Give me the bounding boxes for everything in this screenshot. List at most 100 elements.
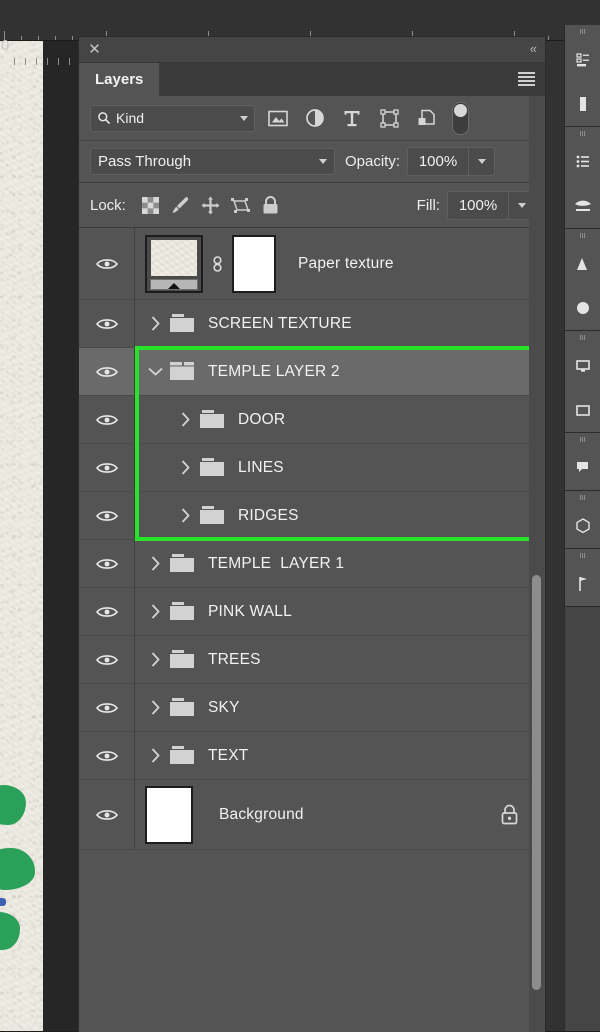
table-row[interactable]: TEMPLE LAYER 2 [79, 348, 545, 396]
layer-name[interactable]: TREES [208, 651, 261, 669]
layer-name[interactable]: Background [219, 806, 304, 824]
layer-row-content[interactable]: SCREEN TEXTURE [135, 300, 545, 347]
table-row[interactable]: Paper texture [79, 228, 545, 300]
layer-visibility-toggle[interactable] [79, 684, 135, 731]
lock-artboard-nesting-icon[interactable] [226, 192, 256, 218]
color-panel-icon[interactable] [565, 286, 600, 330]
table-row[interactable]: SCREEN TEXTURE [79, 300, 545, 348]
table-row[interactable]: Background [79, 780, 545, 850]
layer-row-content[interactable]: TREES [135, 636, 545, 683]
filter-kind-select[interactable]: Kind [90, 104, 255, 132]
smart-object-filter-icon[interactable] [412, 104, 440, 132]
tab-layers[interactable]: Layers [79, 63, 160, 96]
table-row[interactable]: DOOR [79, 396, 545, 444]
chevron-down-icon[interactable] [145, 367, 165, 376]
dock-group-libraries[interactable] [565, 127, 600, 229]
dock-group-3d[interactable] [565, 491, 600, 549]
layer-list[interactable]: Paper texture SCREEN TEXTURE TEMPLE LAYE… [79, 228, 545, 850]
3d-panel-icon[interactable] [565, 504, 600, 548]
table-row[interactable]: TREES [79, 636, 545, 684]
actions-panel-icon[interactable] [565, 562, 600, 606]
opacity-slider-toggle[interactable] [468, 148, 494, 175]
layer-name[interactable]: Paper texture [298, 255, 394, 273]
layer-name[interactable]: TEMPLE LAYER 1 [208, 555, 344, 573]
chevron-down-icon[interactable] [240, 115, 248, 121]
thumbnail-scale-slider[interactable] [150, 278, 198, 290]
channels-panel-icon[interactable] [565, 388, 600, 432]
table-row[interactable]: RIDGES [79, 492, 545, 540]
table-row[interactable]: PINK WALL [79, 588, 545, 636]
layer-row-content[interactable]: Paper texture [135, 228, 545, 299]
chevron-right-icon[interactable] [145, 556, 165, 571]
layers-panel-icon[interactable] [565, 344, 600, 388]
dock-grip-icon[interactable] [565, 549, 600, 562]
dock-grip-icon[interactable] [565, 229, 600, 242]
dock-grip-icon[interactable] [565, 331, 600, 344]
collapse-panel-icon[interactable]: « [530, 42, 537, 55]
dock-grip-icon[interactable] [565, 491, 600, 504]
chevron-right-icon[interactable] [175, 508, 195, 523]
layer-row-content[interactable]: TEMPLE LAYER 2 [135, 348, 545, 395]
layer-visibility-toggle[interactable] [79, 444, 135, 491]
chevron-down-icon[interactable] [319, 159, 327, 164]
comments-panel-icon[interactable] [565, 446, 600, 490]
layer-visibility-toggle[interactable] [79, 492, 135, 539]
layer-row-content[interactable]: LINES [135, 444, 545, 491]
layer-visibility-toggle[interactable] [79, 588, 135, 635]
chevron-right-icon[interactable] [145, 652, 165, 667]
type-layer-filter-icon[interactable] [338, 104, 366, 132]
table-row[interactable]: SKY [79, 684, 545, 732]
layer-visibility-toggle[interactable] [79, 732, 135, 779]
chevron-right-icon[interactable] [145, 316, 165, 331]
filter-enable-toggle[interactable] [452, 101, 469, 135]
layer-name[interactable]: SCREEN TEXTURE [208, 315, 352, 333]
vertical-scrollbar-thumb[interactable] [532, 575, 541, 990]
layer-thumbnail[interactable] [145, 234, 203, 293]
layer-row-content[interactable]: SKY [135, 684, 545, 731]
chevron-right-icon[interactable] [145, 748, 165, 763]
vertical-scrollbar-track[interactable] [529, 96, 545, 1032]
close-icon[interactable]: ✕ [86, 41, 103, 58]
collapsed-panel-dock[interactable] [564, 25, 600, 1031]
blend-mode-select[interactable]: Pass Through [90, 148, 335, 175]
dock-group-properties[interactable] [565, 25, 600, 127]
dock-grip-icon[interactable] [565, 433, 600, 446]
layer-row-content[interactable]: Background [135, 780, 545, 849]
dock-grip-icon[interactable] [565, 25, 600, 38]
layer-name[interactable]: RIDGES [238, 507, 299, 525]
brush-settings-panel-icon[interactable] [565, 184, 600, 228]
layer-visibility-toggle[interactable] [79, 300, 135, 347]
panel-tabstrip[interactable]: Layers [79, 63, 545, 96]
layer-visibility-toggle[interactable] [79, 636, 135, 683]
lock-all-icon[interactable] [256, 192, 286, 218]
fill-value[interactable]: 100% [448, 192, 508, 219]
table-row[interactable]: TEMPLE LAYER 1 [79, 540, 545, 588]
panel-titlebar[interactable]: ✕ « [79, 37, 545, 63]
table-row[interactable]: LINES [79, 444, 545, 492]
chevron-right-icon[interactable] [175, 460, 195, 475]
chevron-right-icon[interactable] [175, 412, 195, 427]
hamburger-menu-icon[interactable] [518, 72, 535, 86]
dock-grip-icon[interactable] [565, 127, 600, 140]
dock-group-layers[interactable] [565, 331, 600, 433]
layer-row-content[interactable]: TEXT [135, 732, 545, 779]
layer-name[interactable]: SKY [208, 699, 240, 717]
layer-row-content[interactable]: DOOR [135, 396, 545, 443]
fill-field[interactable]: 100% [447, 190, 535, 220]
lock-transparent-pixels-icon[interactable] [136, 192, 166, 218]
dock-group-actions[interactable] [565, 549, 600, 607]
chevron-right-icon[interactable] [145, 604, 165, 619]
layer-name[interactable]: LINES [238, 459, 284, 477]
pixel-layer-filter-icon[interactable] [264, 104, 292, 132]
layer-row-content[interactable]: RIDGES [135, 492, 545, 539]
chevron-right-icon[interactable] [145, 700, 165, 715]
layer-visibility-toggle[interactable] [79, 228, 135, 299]
layer-thumbnail[interactable] [145, 785, 193, 844]
link-icon[interactable] [211, 253, 224, 275]
shape-layer-filter-icon[interactable] [375, 104, 403, 132]
layer-visibility-toggle[interactable] [79, 348, 135, 395]
layer-mask-thumbnail[interactable] [232, 234, 276, 293]
layer-visibility-toggle[interactable] [79, 396, 135, 443]
opacity-value[interactable]: 100% [408, 148, 468, 175]
dock-group-adjustments[interactable] [565, 229, 600, 331]
